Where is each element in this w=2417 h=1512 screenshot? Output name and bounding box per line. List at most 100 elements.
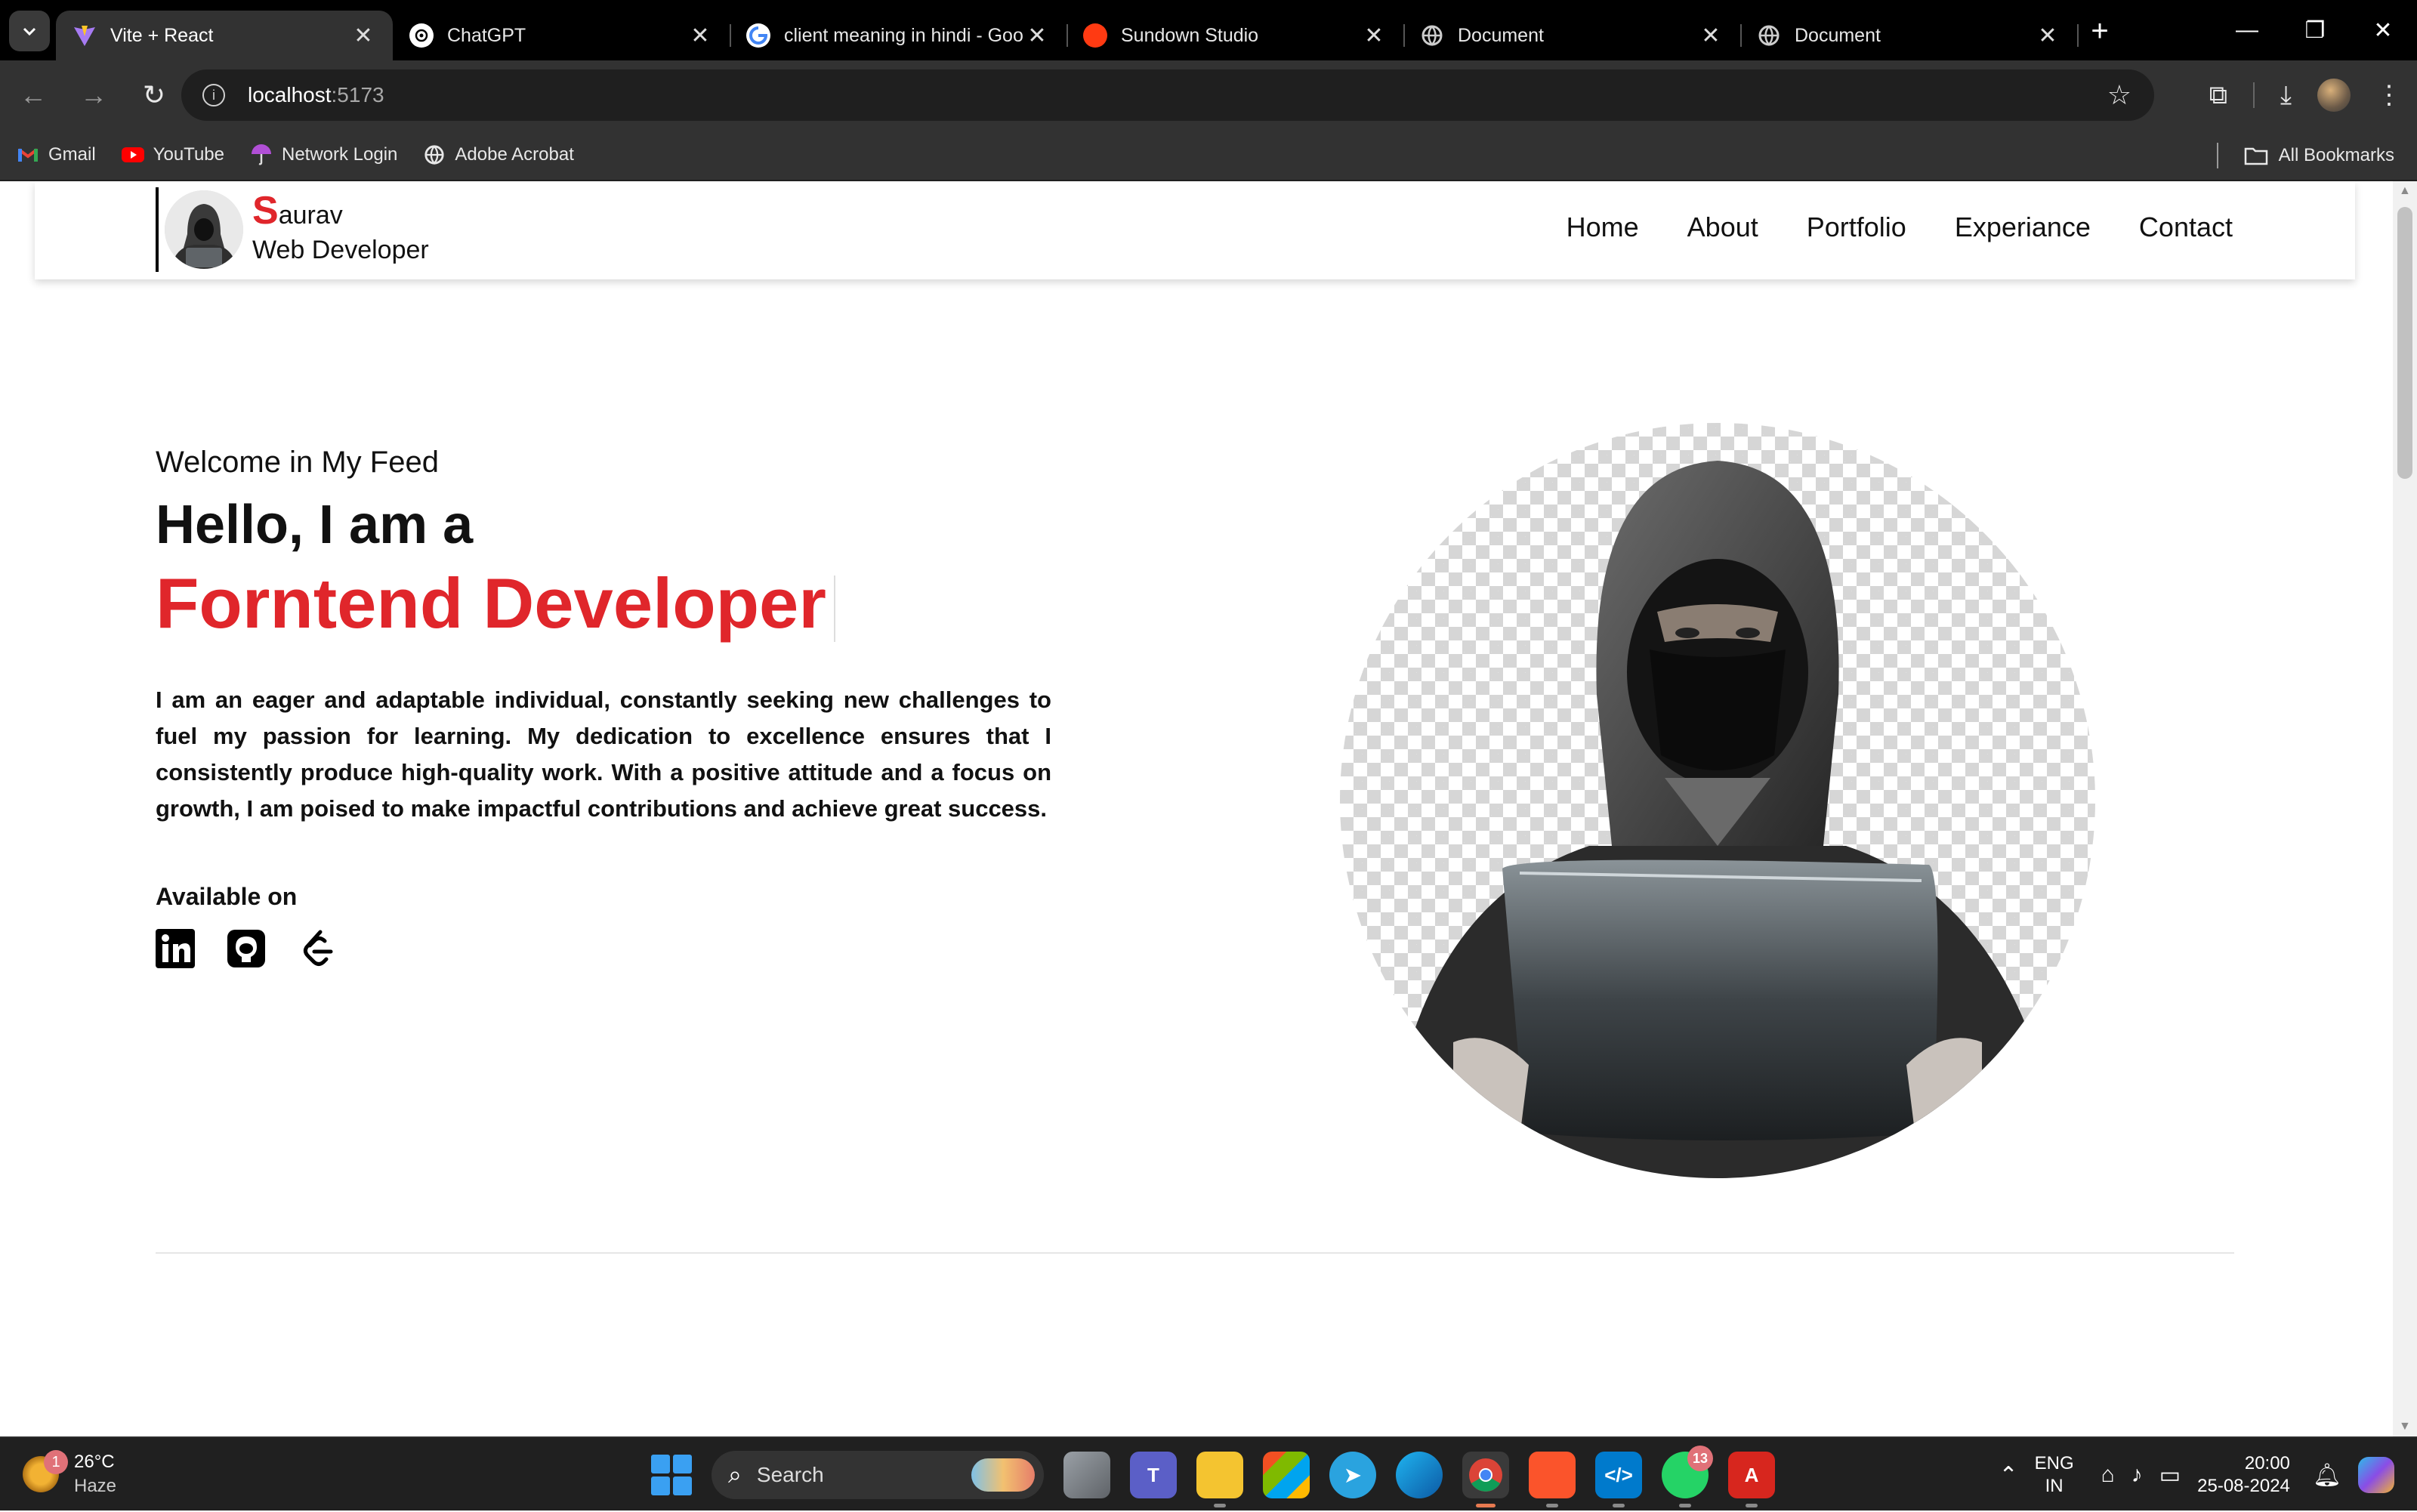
site-info-icon[interactable]: i [202,84,225,106]
windows-taskbar: 1 26°C Haze ⌕ Search T ➤ </> 13 A ⌃ ENG … [0,1436,2417,1510]
chevron-down-icon [23,27,36,36]
linkedin-icon[interactable] [156,929,195,968]
tab-sundown-studio[interactable]: Sundown Studio ✕ [1067,11,1405,60]
taskbar-search[interactable]: ⌕ Search [712,1451,1044,1499]
umbrella-icon [250,143,273,166]
tab-chatgpt[interactable]: ChatGPT ✕ [393,11,731,60]
weather-widget[interactable]: 1 26°C Haze [23,1450,116,1498]
bookmark-network-login[interactable]: Network Login [250,143,397,166]
search-icon: ⌕ [728,1461,742,1488]
microsoft-store-icon[interactable] [1263,1452,1310,1498]
all-bookmarks-label: All Bookmarks [2278,145,2394,165]
file-explorer-icon[interactable] [1196,1452,1243,1507]
minimize-icon[interactable]: — [2213,0,2281,60]
section-divider [156,1252,2234,1254]
tab-document-2[interactable]: Document ✕ [1740,11,2079,60]
back-arrow-icon[interactable]: ← [6,68,60,122]
tab-title: client meaning in hindi - Goo [784,24,1023,46]
language-indicator[interactable]: ENG IN [2035,1452,2074,1498]
brand[interactable]: Saurav Web Developer [156,187,429,272]
close-tab-icon[interactable]: ✕ [2035,23,2060,49]
nav-about[interactable]: About [1687,211,1758,243]
sundown-icon [1083,23,1107,48]
page-scrollbar[interactable]: ▲ ▼ [2393,181,2417,1436]
bookmarks-bar: Gmail YouTube Network Login Adobe Acroba… [0,130,2417,181]
scroll-down-icon[interactable]: ▼ [2399,1420,2411,1433]
notifications-bell-icon[interactable]: 🔔︎ [2313,1462,2341,1489]
battery-icon[interactable]: ▭ [2159,1462,2181,1489]
browser-toolbar: ← → ↻ i localhost:5173 ☆ ⧉ ⤓ ⋮ [0,60,2417,130]
social-links [156,929,1051,968]
bookmark-label: YouTube [153,144,224,165]
tab-title: Sundown Studio [1121,24,1259,46]
github-icon[interactable] [227,929,266,968]
chevron-up-icon[interactable]: ⌃ [1999,1462,2018,1489]
kebab-menu-icon[interactable]: ⋮ [2376,80,2402,110]
clock[interactable]: 20:00 25-08-2024 [2197,1452,2290,1498]
network-icon[interactable]: ⌂ [2101,1462,2115,1488]
nav-experiance[interactable]: Experiance [1955,211,2091,243]
tab-google-search[interactable]: client meaning in hindi - Goo ✕ [730,11,1068,60]
task-view-icon[interactable] [1063,1452,1110,1498]
address-bar[interactable]: i localhost:5173 ☆ [181,69,2154,121]
close-tab-icon[interactable]: ✕ [1361,23,1387,49]
restore-icon[interactable]: ❐ [2281,0,2349,60]
bio-paragraph: I am an eager and adaptable individual, … [156,687,1051,822]
download-icon[interactable]: ⤓ [2280,81,2292,110]
copilot-icon[interactable] [2358,1457,2394,1493]
taskbar-apps: ⌕ Search T ➤ </> 13 A [651,1438,1775,1512]
close-window-icon[interactable]: ✕ [2349,0,2417,60]
chrome-icon[interactable] [1462,1452,1509,1507]
forward-arrow-icon[interactable]: → [66,68,121,122]
profile-avatar[interactable] [2317,79,2351,112]
hero-image [1340,423,2095,1178]
hello-heading: Hello, I am a [156,495,474,555]
windows-start-icon[interactable] [651,1455,692,1495]
site-header: Saurav Web Developer Home About Portfoli… [35,181,2355,279]
close-tab-icon[interactable]: ✕ [1024,23,1050,49]
acrobat-icon[interactable]: A [1728,1452,1775,1507]
vite-icon [73,23,97,48]
weather-condition: Haze [74,1476,117,1496]
weather-temp: 26°C [74,1452,115,1472]
gmail-icon [17,143,39,166]
brand-divider [156,187,159,272]
toolbar-divider [2252,82,2255,108]
brave-icon[interactable] [1529,1452,1576,1507]
weather-badge: 1 [44,1450,68,1474]
scrollbar-thumb[interactable] [2397,207,2412,479]
nav-contact[interactable]: Contact [2139,211,2233,243]
bookmark-label: Network Login [281,144,398,165]
new-tab-button[interactable]: + [2077,11,2122,51]
leetcode-icon[interactable] [298,929,337,968]
tab-search-button[interactable] [9,11,50,51]
edge-icon[interactable] [1396,1452,1443,1498]
bookmark-youtube[interactable]: YouTube [121,143,224,166]
role-text: Forntend Developer [156,563,826,643]
clock-time: 20:00 [2244,1453,2290,1473]
close-tab-icon[interactable]: ✕ [350,23,376,49]
volume-icon[interactable]: ♪ [2131,1462,2143,1488]
tab-title: Document [1458,24,1544,46]
scroll-up-icon[interactable]: ▲ [2399,184,2411,198]
close-tab-icon[interactable]: ✕ [687,23,713,49]
bookmark-gmail[interactable]: Gmail [17,143,96,166]
available-on-label: Available on [156,883,298,910]
teams-icon[interactable]: T [1130,1452,1177,1498]
reload-icon[interactable]: ↻ [127,68,181,122]
extensions-icon[interactable]: ⧉ [2209,81,2227,110]
close-tab-icon[interactable]: ✕ [1698,23,1724,49]
telegram-icon[interactable]: ➤ [1329,1452,1376,1498]
whatsapp-icon[interactable]: 13 [1662,1446,1713,1507]
nav-portfolio[interactable]: Portfolio [1807,211,1906,243]
lang-code: ENG [2034,1453,2074,1473]
all-bookmarks-button[interactable]: All Bookmarks [2216,130,2394,181]
globe-icon [423,143,446,166]
nav-home[interactable]: Home [1567,211,1639,243]
tab-document-1[interactable]: Document ✕ [1403,11,1742,60]
bookmark-adobe-acrobat[interactable]: Adobe Acrobat [423,143,574,166]
bookmark-label: Gmail [48,144,96,165]
tab-vite-react[interactable]: Vite + React ✕ [56,11,393,60]
vscode-icon[interactable]: </> [1595,1452,1642,1507]
bookmark-star-icon[interactable]: ☆ [2107,79,2131,111]
